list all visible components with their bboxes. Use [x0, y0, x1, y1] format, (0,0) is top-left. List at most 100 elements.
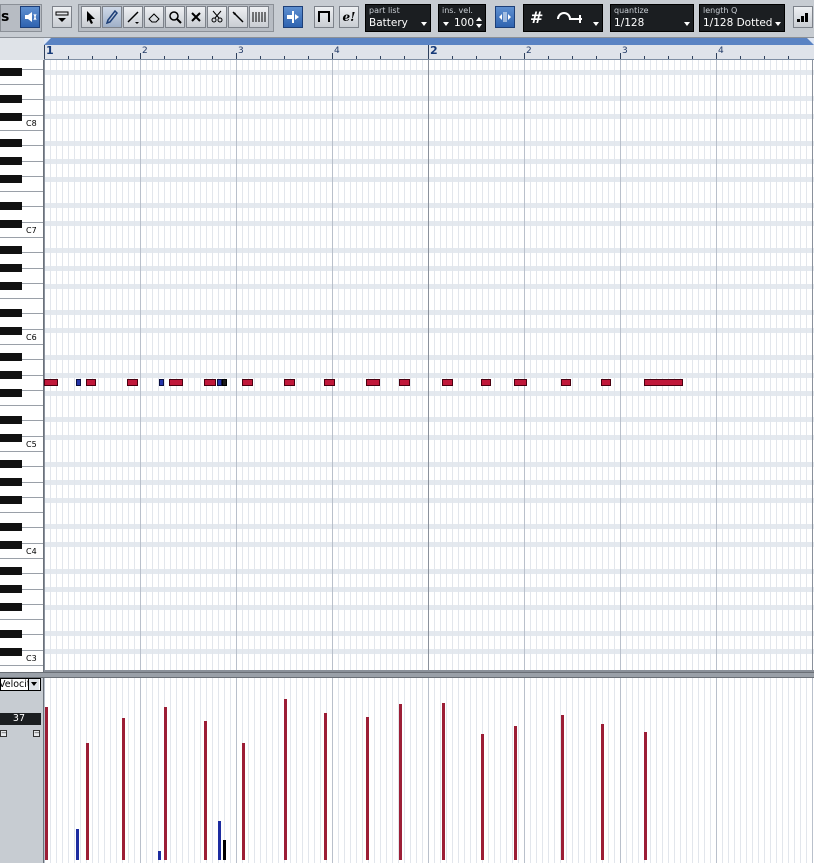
velocity-bar[interactable] [44, 707, 48, 860]
black-key[interactable] [0, 433, 22, 442]
midi-note[interactable] [480, 379, 492, 386]
mute-tool-icon[interactable] [186, 6, 206, 28]
black-key[interactable] [0, 603, 22, 612]
velocity-bar[interactable] [644, 732, 647, 860]
drumstick-tool-icon[interactable] [249, 6, 269, 28]
velocity-bar[interactable] [514, 726, 518, 860]
black-key[interactable] [0, 175, 22, 184]
black-key[interactable] [0, 157, 22, 166]
midi-note[interactable] [85, 379, 97, 386]
lane-grid-line [728, 678, 729, 863]
velocity-lane[interactable] [44, 678, 814, 863]
velocity-bar[interactable] [157, 851, 161, 860]
line-tool-icon[interactable] [123, 6, 143, 28]
black-key[interactable] [0, 415, 22, 424]
black-key[interactable] [0, 353, 22, 362]
ruler-locator-band[interactable] [44, 38, 814, 45]
velocity-bar[interactable] [480, 734, 484, 860]
speaker-icon[interactable] [20, 6, 40, 28]
black-key[interactable] [0, 282, 22, 291]
arrow-tool-icon[interactable] [81, 6, 101, 28]
black-key[interactable] [0, 647, 22, 656]
midi-note[interactable] [560, 379, 572, 386]
black-key[interactable] [0, 585, 22, 594]
midi-note[interactable] [399, 379, 410, 386]
black-key[interactable] [0, 219, 22, 228]
snap-icon[interactable] [495, 6, 515, 28]
info-line-icon[interactable] [52, 6, 72, 28]
spin-down-icon[interactable] [476, 24, 482, 28]
midi-note[interactable] [168, 379, 183, 386]
controller-type-select[interactable]: Velocity [0, 678, 41, 691]
step-input-icon[interactable] [793, 6, 813, 28]
midi-note[interactable] [600, 379, 612, 386]
black-key[interactable] [0, 371, 22, 380]
velocity-bar[interactable] [85, 743, 89, 860]
pencil-tool-icon[interactable] [102, 6, 122, 28]
snap-type-field[interactable]: # [523, 4, 603, 32]
midi-note[interactable] [365, 379, 380, 386]
black-key[interactable] [0, 68, 22, 77]
midi-note[interactable] [644, 379, 683, 386]
midi-note[interactable] [284, 379, 295, 386]
velocity-bar[interactable] [242, 743, 246, 860]
black-key[interactable] [0, 460, 22, 469]
midi-note[interactable] [442, 379, 453, 386]
black-key[interactable] [0, 308, 22, 317]
black-key[interactable] [0, 201, 22, 210]
black-key[interactable] [0, 540, 22, 549]
chevron-down-icon[interactable] [443, 22, 449, 26]
midi-note[interactable] [242, 379, 253, 386]
midi-note[interactable] [324, 379, 335, 386]
velocity-bar[interactable] [223, 840, 227, 860]
solo-editor-icon[interactable] [314, 6, 334, 28]
black-key[interactable] [0, 389, 22, 398]
midi-note[interactable] [514, 379, 527, 386]
black-key[interactable] [0, 112, 22, 121]
remove-lane-icon[interactable]: − [33, 730, 40, 737]
split-tool-icon[interactable] [207, 6, 227, 28]
black-key[interactable] [0, 94, 22, 103]
piano-keyboard[interactable]: C8 C7 C6 C5 C4 C3 [0, 60, 44, 672]
edit-in-place-button[interactable]: e! [339, 6, 359, 28]
velocity-bar[interactable] [218, 821, 222, 860]
black-key[interactable] [0, 139, 22, 148]
velocity-bar[interactable] [365, 717, 369, 860]
black-key[interactable] [0, 326, 22, 335]
midi-note[interactable] [204, 379, 217, 386]
black-key[interactable] [0, 629, 22, 638]
zoom-tool-icon[interactable] [165, 6, 185, 28]
midi-note[interactable] [44, 379, 59, 386]
black-key[interactable] [0, 478, 22, 487]
part-list-field[interactable]: part list Battery [365, 4, 431, 32]
velocity-bar[interactable] [204, 721, 207, 860]
velocity-bar[interactable] [76, 829, 79, 860]
velocity-bar[interactable] [442, 703, 446, 860]
eraser-tool-icon[interactable] [144, 6, 164, 28]
midi-note[interactable] [127, 379, 138, 386]
length-q-field[interactable]: length Q 1/128 Dotted [699, 4, 785, 32]
black-key[interactable] [0, 246, 22, 255]
draw-line-icon[interactable] [228, 6, 248, 28]
black-key[interactable] [0, 567, 22, 576]
black-key[interactable] [0, 496, 22, 505]
quantize-field[interactable]: quantize 1/128 [610, 4, 694, 32]
midi-note[interactable] [221, 379, 227, 386]
black-key[interactable] [0, 522, 22, 531]
note-grid[interactable] [44, 60, 814, 672]
velocity-bar[interactable] [164, 707, 167, 860]
spin-up-icon[interactable] [476, 17, 482, 21]
velocity-bar[interactable] [560, 715, 564, 860]
velocity-bar[interactable] [600, 724, 604, 860]
ins-vel-field[interactable]: ins. vel. 100 [438, 4, 486, 32]
velocity-bar[interactable] [284, 699, 287, 860]
velocity-bar[interactable] [122, 718, 126, 860]
midi-note[interactable] [159, 379, 165, 386]
collapse-lane-icon[interactable]: − [0, 730, 7, 737]
black-key[interactable] [0, 264, 22, 273]
midi-note[interactable] [76, 379, 81, 386]
ruler[interactable]: 1 2 3 4 2 2 3 4 [44, 38, 814, 60]
autoscroll-icon[interactable] [283, 6, 303, 28]
velocity-bar[interactable] [399, 704, 403, 860]
velocity-bar[interactable] [324, 713, 327, 860]
